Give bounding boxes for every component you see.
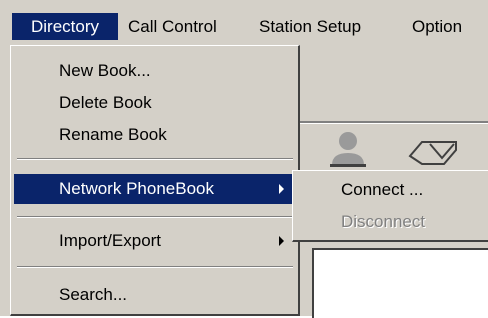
directory-dropdown-menu: New Book... Delete Book Rename Book Netw… [10,45,300,316]
content-pane [312,248,488,318]
person-icon[interactable] [328,131,368,169]
submenu-arrow-icon [279,236,284,246]
menu-item-network-phonebook[interactable]: Network PhoneBook [14,174,296,204]
menu-item-new-book[interactable]: New Book... [14,56,296,86]
menu-separator [17,266,293,268]
network-phonebook-submenu: Connect ... Disconnect [292,170,488,242]
menu-item-rename-book[interactable]: Rename Book [14,120,296,150]
menu-item-delete-book[interactable]: Delete Book [14,88,296,118]
submenu-item-disconnect: Disconnect [341,212,426,231]
menu-item-network-phonebook-label: Network PhoneBook [59,179,214,198]
tag-icon[interactable] [408,138,460,166]
menu-item-import-export-label: Import/Export [59,231,162,250]
menu-directory[interactable]: Directory [12,13,118,40]
menu-separator [17,216,293,218]
menu-item-import-export[interactable]: Import/Export [14,226,296,256]
menu-bar: Directory Call Control Station Setup Opt… [0,0,488,44]
menu-call-control[interactable]: Call Control [128,13,217,40]
menu-option[interactable]: Option [412,13,462,40]
toolbar-divider [300,121,488,124]
menu-item-search[interactable]: Search... [14,280,296,310]
submenu-arrow-icon [279,184,284,194]
menu-station-setup[interactable]: Station Setup [259,13,361,40]
menu-separator [17,158,293,160]
submenu-item-connect[interactable]: Connect ... [295,175,487,205]
